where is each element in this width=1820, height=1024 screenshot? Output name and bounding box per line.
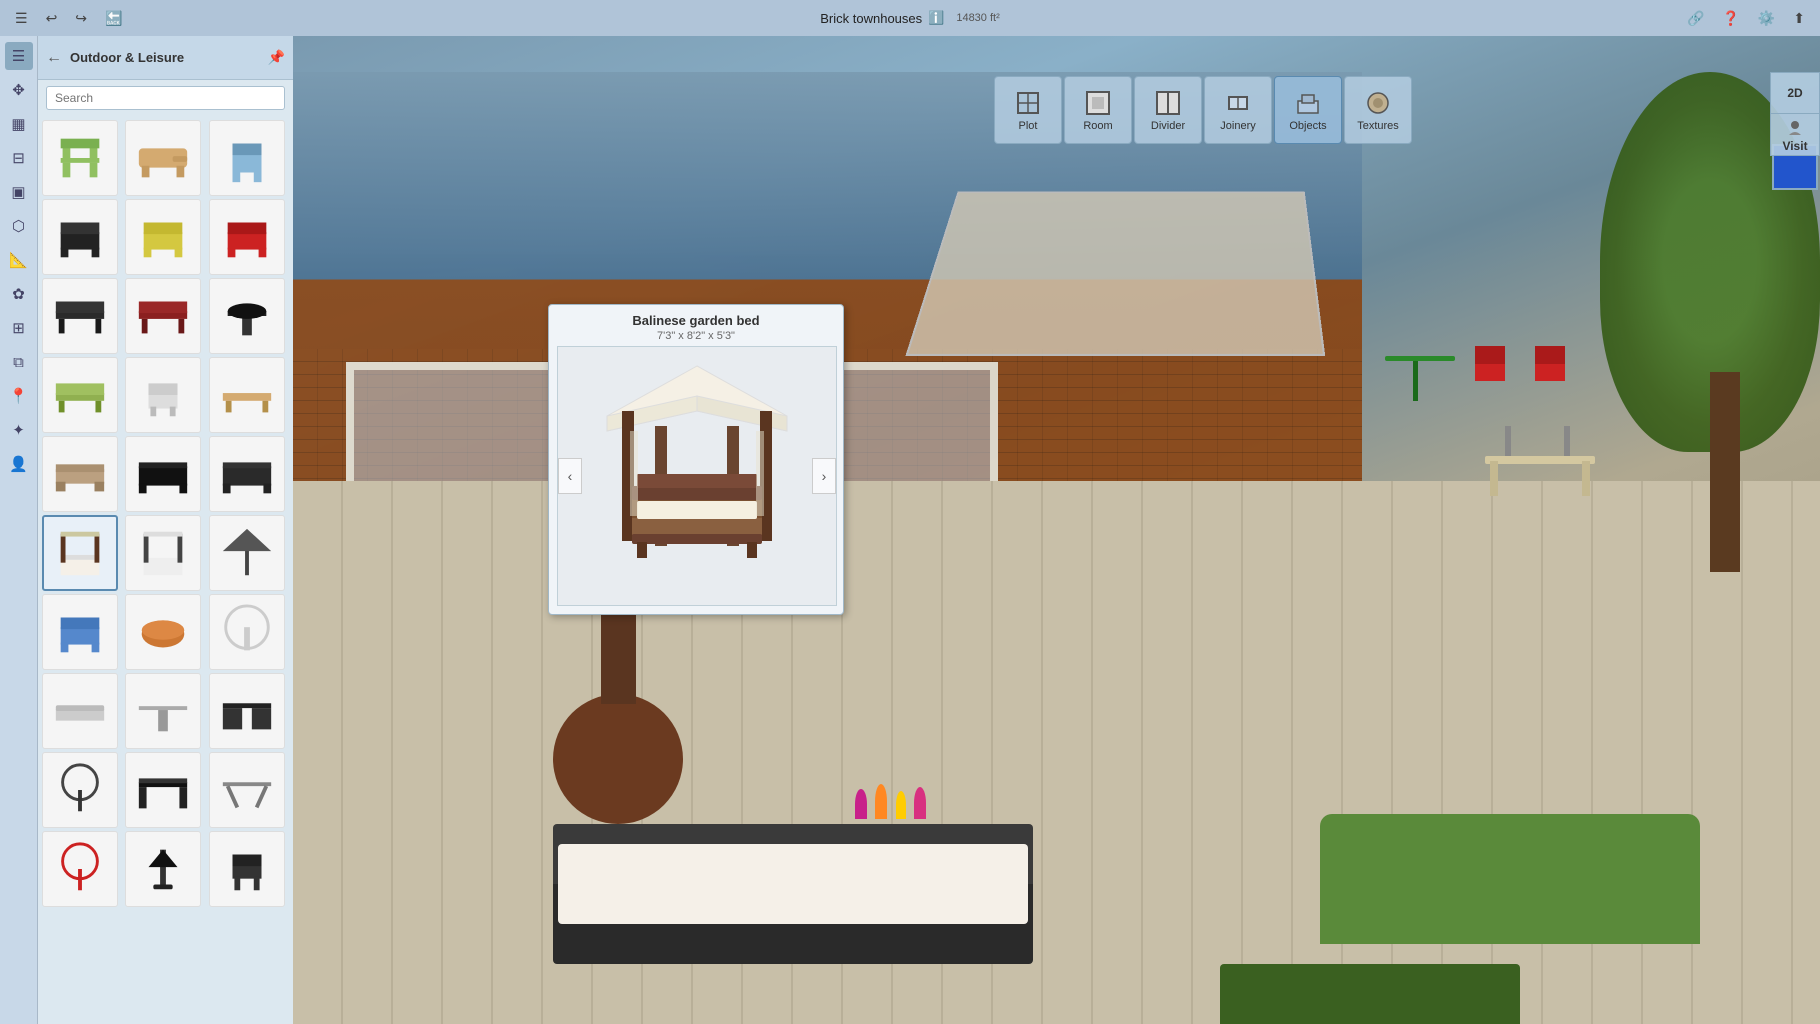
stairs-icon-btn[interactable]: ⊟: [5, 144, 33, 172]
preview-popup: Balinese garden bed 7'3" x 8'2" x 5'3" ‹: [548, 304, 844, 615]
share-button[interactable]: 🔗: [1682, 8, 1709, 29]
object-icon-btn[interactable]: ⬡: [5, 212, 33, 240]
person-icon-btn[interactable]: 👤: [5, 450, 33, 478]
list-item[interactable]: [42, 594, 118, 670]
scene-chairs-red: [1470, 346, 1510, 396]
preview-image: ‹: [557, 346, 837, 606]
layers-icon-btn[interactable]: ⧉: [5, 348, 33, 376]
list-item[interactable]: [209, 515, 285, 591]
list-item[interactable]: [125, 831, 201, 907]
preview-svg: [577, 356, 817, 596]
list-item[interactable]: [125, 120, 201, 196]
toolbar-right: 🔗 ❓ ⚙️ ⬆: [1682, 8, 1810, 29]
left-icon-toolbar: ☰ ✥ ▦ ⊟ ▣ ⬡ 📐 ✿ ⊞ ⧉ 📍 ✦ 👤: [0, 36, 38, 1024]
list-item[interactable]: [209, 831, 285, 907]
list-item[interactable]: [42, 673, 118, 749]
plot-button[interactable]: Plot: [994, 76, 1062, 144]
preview-dimensions: 7'3" x 8'2" x 5'3": [549, 330, 843, 346]
list-item[interactable]: [125, 594, 201, 670]
menu-icon-btn[interactable]: ☰: [5, 42, 33, 70]
title-center: Brick townhouses ℹ️ 14830 ft²: [820, 10, 1000, 26]
list-item[interactable]: [42, 357, 118, 433]
list-item[interactable]: [209, 120, 285, 196]
maximize-button[interactable]: ⬆: [1788, 8, 1810, 29]
sidebar: ← Outdoor & Leisure 📌: [38, 36, 293, 1024]
list-item[interactable]: [42, 515, 118, 591]
floor-icon-btn[interactable]: ▣: [5, 178, 33, 206]
scene-swing-bench: [1480, 426, 1600, 506]
list-item[interactable]: [125, 199, 201, 275]
list-item[interactable]: [42, 436, 118, 512]
back-button[interactable]: 🔙: [100, 8, 127, 29]
menu-button[interactable]: ☰: [10, 8, 33, 29]
divider-button[interactable]: Divider: [1134, 76, 1202, 144]
list-item[interactable]: [209, 357, 285, 433]
list-item[interactable]: [125, 673, 201, 749]
sidebar-header: ← Outdoor & Leisure 📌: [38, 36, 293, 80]
settings-button[interactable]: ⚙️: [1753, 8, 1780, 29]
scene-planter: [553, 694, 683, 824]
search-bar: [38, 80, 293, 116]
view-buttons: 2D Visit: [1770, 72, 1820, 156]
list-item[interactable]: [42, 199, 118, 275]
list-item[interactable]: [125, 278, 201, 354]
shade-sail: [906, 192, 1326, 357]
visit-label: Visit: [1782, 139, 1807, 153]
list-item[interactable]: [125, 515, 201, 591]
list-item[interactable]: [209, 752, 285, 828]
room-button[interactable]: Room: [1064, 76, 1132, 144]
help-button[interactable]: ❓: [1717, 8, 1744, 29]
furniture-grid: [38, 116, 293, 1024]
wall-icon-btn[interactable]: ▦: [5, 110, 33, 138]
list-item[interactable]: [42, 120, 118, 196]
main-layout: ☰ ✥ ▦ ⊟ ▣ ⬡ 📐 ✿ ⊞ ⧉ 📍 ✦ 👤 ← Outdoor & Le…: [0, 36, 1820, 1024]
scene-bistro-table: [1380, 356, 1460, 416]
scene-flowers: [853, 784, 928, 824]
toolbar-left: ☰ ↩ ↪ 🔙: [10, 8, 127, 29]
visit-view-button[interactable]: Visit: [1770, 114, 1820, 156]
objects-button[interactable]: Objects: [1274, 76, 1342, 144]
list-item[interactable]: [125, 357, 201, 433]
2d-view-button[interactable]: 2D: [1770, 72, 1820, 114]
scene-hedge: [1220, 964, 1520, 1024]
scene-chairs-red2: [1530, 346, 1570, 396]
textures-button[interactable]: Textures: [1344, 76, 1412, 144]
decor-icon-btn[interactable]: ✿: [5, 280, 33, 308]
measure-icon-btn[interactable]: 📐: [5, 246, 33, 274]
tree-trunk: [1710, 372, 1740, 572]
main-content: ← Outdoor & Leisure 📌: [38, 36, 1820, 1024]
redo-button[interactable]: ↪: [70, 8, 92, 29]
sidebar-back-button[interactable]: ←: [46, 49, 62, 67]
list-item[interactable]: [42, 831, 118, 907]
preview-title: Balinese garden bed: [549, 305, 843, 330]
lawn-area: [1320, 814, 1700, 944]
light-icon-btn[interactable]: ✦: [5, 416, 33, 444]
list-item[interactable]: [42, 278, 118, 354]
undo-button[interactable]: ↩: [41, 8, 63, 29]
list-item[interactable]: [42, 752, 118, 828]
list-item[interactable]: [209, 594, 285, 670]
project-title: Brick townhouses: [820, 11, 922, 26]
list-item[interactable]: [125, 752, 201, 828]
list-item[interactable]: [209, 278, 285, 354]
list-item[interactable]: [209, 199, 285, 275]
project-area: 14830 ft²: [956, 12, 999, 24]
category-title: Outdoor & Leisure: [70, 50, 260, 65]
list-item[interactable]: [209, 436, 285, 512]
titlebar: ☰ ↩ ↪ 🔙 Brick townhouses ℹ️ 14830 ft² 🔗 …: [0, 0, 1820, 36]
scene-viewport[interactable]: Plot Room Divider Joinery Objects: [293, 36, 1820, 1024]
joinery-button[interactable]: Joinery: [1204, 76, 1272, 144]
search-input[interactable]: [46, 86, 285, 110]
sidebar-pin-button[interactable]: 📌: [268, 49, 285, 66]
grid-icon-btn[interactable]: ⊞: [5, 314, 33, 342]
preview-next-button[interactable]: ›: [812, 458, 836, 494]
move-icon-btn[interactable]: ✥: [5, 76, 33, 104]
list-item[interactable]: [125, 436, 201, 512]
2d-label: 2D: [1787, 86, 1802, 100]
preview-prev-button[interactable]: ‹: [558, 458, 582, 494]
pin-icon-btn[interactable]: 📍: [5, 382, 33, 410]
info-icon[interactable]: ℹ️: [928, 10, 944, 26]
top-toolbar: Plot Room Divider Joinery Objects: [586, 72, 1820, 152]
list-item[interactable]: [209, 673, 285, 749]
